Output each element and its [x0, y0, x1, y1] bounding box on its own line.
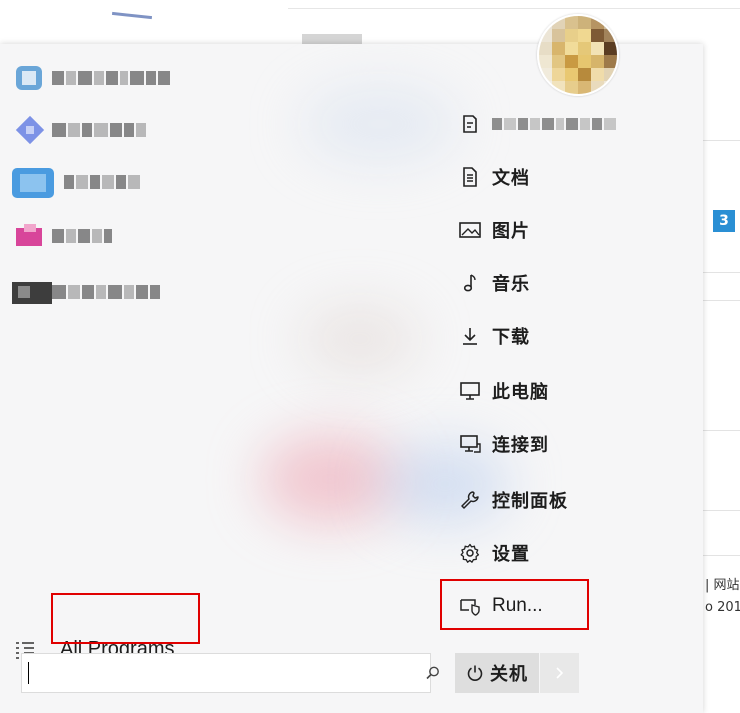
user-account-link[interactable]: [458, 109, 616, 139]
text-cursor: [28, 662, 29, 684]
connect-to-label: 连接到: [492, 435, 549, 456]
wrench-icon: [458, 488, 482, 512]
connect-to-icon: [458, 432, 482, 456]
picture-icon: [458, 218, 482, 242]
control-panel-label: 控制面板: [492, 491, 568, 512]
connect-to-link[interactable]: 连接到: [458, 429, 549, 459]
program-icon: [12, 166, 54, 198]
background-scribble: [111, 11, 153, 20]
power-icon: [466, 664, 484, 682]
downloads-link[interactable]: 下载: [458, 321, 530, 351]
user-name-obscured: [492, 118, 616, 130]
highlight-box-all-programs: [51, 593, 200, 644]
documents-link[interactable]: 文档: [458, 162, 530, 192]
program-label-obscured: [52, 172, 140, 192]
search-box[interactable]: [21, 653, 439, 693]
background-divider: [703, 300, 740, 301]
background-divider: [703, 510, 740, 511]
pinned-program[interactable]: [12, 162, 140, 202]
pinned-program[interactable]: [12, 272, 160, 312]
shutdown-options-button[interactable]: [540, 653, 579, 693]
gear-icon: [458, 541, 482, 565]
chevron-right-icon: [555, 666, 565, 680]
pinned-program[interactable]: [12, 110, 146, 150]
search-icon[interactable]: [425, 665, 441, 681]
background-text: o 2011: [705, 600, 740, 615]
program-icon: [12, 62, 46, 94]
program-label-obscured: [52, 226, 112, 246]
blur-decoration: [260, 434, 400, 524]
blur-decoration: [300, 84, 460, 164]
pinned-program[interactable]: [12, 216, 112, 256]
background-divider: [703, 140, 740, 141]
user-avatar[interactable]: [537, 14, 619, 96]
search-input[interactable]: [28, 658, 402, 690]
control-panel-link[interactable]: 控制面板: [458, 485, 568, 515]
music-label: 音乐: [492, 274, 530, 295]
background-blurred-strip: [302, 34, 362, 44]
computer-icon: [458, 379, 482, 403]
background-divider: [703, 272, 740, 273]
program-icon: [12, 276, 52, 308]
program-icon: [12, 220, 46, 252]
background-divider: [703, 430, 740, 431]
shutdown-button[interactable]: 关机: [455, 653, 539, 693]
blur-decoration: [300, 304, 420, 374]
music-note-icon: [458, 271, 482, 295]
background-text: | 网站: [705, 578, 740, 593]
download-icon: [458, 324, 482, 348]
background-divider: [703, 555, 740, 556]
highlight-box-run: [440, 579, 589, 630]
program-label-obscured: [52, 120, 146, 140]
document-icon: [458, 165, 482, 189]
user-folder-icon: [458, 112, 482, 136]
this-pc-link[interactable]: 此电脑: [458, 376, 549, 406]
this-pc-label: 此电脑: [492, 382, 549, 403]
pictures-link[interactable]: 图片: [458, 215, 530, 245]
shutdown-label: 关机: [490, 664, 528, 685]
background-top-bar: [288, 0, 740, 9]
settings-link[interactable]: 设置: [458, 538, 530, 568]
pictures-label: 图片: [492, 221, 530, 242]
program-label-obscured: [52, 282, 160, 302]
downloads-label: 下载: [492, 327, 530, 348]
pinned-program[interactable]: [12, 58, 170, 98]
background-page-badge[interactable]: 3: [713, 210, 735, 232]
program-icon: [12, 114, 46, 146]
program-label-obscured: [52, 68, 170, 88]
documents-label: 文档: [492, 168, 530, 189]
settings-label: 设置: [492, 544, 530, 565]
start-menu: 文档 图片 音乐 下载 此电脑 连接到 控制面板 设置 Run... All P…: [0, 44, 703, 713]
music-link[interactable]: 音乐: [458, 268, 530, 298]
